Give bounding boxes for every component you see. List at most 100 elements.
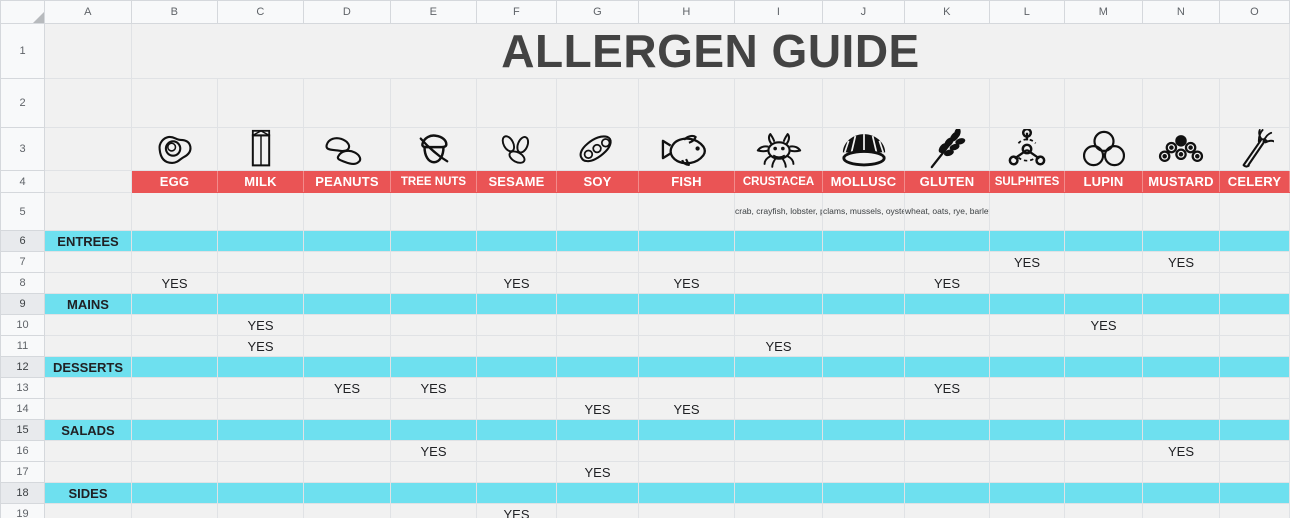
- cell-G16[interactable]: [556, 440, 639, 462]
- cell-E13[interactable]: YES: [390, 377, 477, 399]
- row-header-9[interactable]: 9: [0, 293, 45, 315]
- cell-L16[interactable]: [989, 440, 1065, 462]
- cell-A19[interactable]: [44, 503, 132, 518]
- row-header-6[interactable]: 6: [0, 230, 45, 252]
- row-header-19[interactable]: 19: [0, 503, 45, 518]
- cell-A17[interactable]: [44, 461, 132, 483]
- row-header-18[interactable]: 18: [0, 482, 45, 504]
- row-header-2[interactable]: 2: [0, 78, 45, 128]
- cell-A7[interactable]: [44, 251, 132, 273]
- cell-C14[interactable]: [217, 398, 304, 420]
- cell-K11[interactable]: [904, 335, 990, 357]
- cell-K16[interactable]: [904, 440, 990, 462]
- cell-E10[interactable]: [390, 314, 477, 336]
- row-header-8[interactable]: 8: [0, 272, 45, 294]
- cell-F19[interactable]: YES: [476, 503, 557, 518]
- column-header-K[interactable]: K: [904, 0, 990, 24]
- cell-F2[interactable]: [476, 78, 557, 128]
- cell-C17[interactable]: [217, 461, 304, 483]
- cell-J16[interactable]: [822, 440, 905, 462]
- cell-N7[interactable]: YES: [1142, 251, 1220, 273]
- cell-M19[interactable]: [1064, 503, 1143, 518]
- row-header-10[interactable]: 10: [0, 314, 45, 336]
- cell-B16[interactable]: [131, 440, 218, 462]
- cell-K17[interactable]: [904, 461, 990, 483]
- cell-N14[interactable]: [1142, 398, 1220, 420]
- cell-J8[interactable]: [822, 272, 905, 294]
- row-header-3[interactable]: 3: [0, 127, 45, 171]
- cell-C8[interactable]: [217, 272, 304, 294]
- cell-M10[interactable]: YES: [1064, 314, 1143, 336]
- cell-N2[interactable]: [1142, 78, 1220, 128]
- cell-M8[interactable]: [1064, 272, 1143, 294]
- cell-I17[interactable]: [734, 461, 823, 483]
- cell-H11[interactable]: [638, 335, 735, 357]
- row-header-11[interactable]: 11: [0, 335, 45, 357]
- cell-H7[interactable]: [638, 251, 735, 273]
- cell-K7[interactable]: [904, 251, 990, 273]
- cell-O16[interactable]: [1219, 440, 1290, 462]
- cell-I10[interactable]: [734, 314, 823, 336]
- cell-I19[interactable]: [734, 503, 823, 518]
- cell-J19[interactable]: [822, 503, 905, 518]
- cell-B7[interactable]: [131, 251, 218, 273]
- cell-B13[interactable]: [131, 377, 218, 399]
- cell-C13[interactable]: [217, 377, 304, 399]
- cell-J14[interactable]: [822, 398, 905, 420]
- cell-N16[interactable]: YES: [1142, 440, 1220, 462]
- cell-F17[interactable]: [476, 461, 557, 483]
- cell-J7[interactable]: [822, 251, 905, 273]
- cell-C19[interactable]: [217, 503, 304, 518]
- cell-F10[interactable]: [476, 314, 557, 336]
- column-header-G[interactable]: G: [556, 0, 639, 24]
- cell-N13[interactable]: [1142, 377, 1220, 399]
- select-all-corner[interactable]: [0, 0, 45, 24]
- column-header-J[interactable]: J: [822, 0, 905, 24]
- cell-G11[interactable]: [556, 335, 639, 357]
- cell-A3[interactable]: [44, 127, 132, 171]
- column-header-B[interactable]: B: [131, 0, 218, 24]
- row-header-1[interactable]: 1: [0, 23, 45, 79]
- cell-H2[interactable]: [638, 78, 735, 128]
- cell-O14[interactable]: [1219, 398, 1290, 420]
- cell-A13[interactable]: [44, 377, 132, 399]
- cell-I13[interactable]: [734, 377, 823, 399]
- cell-D7[interactable]: [303, 251, 391, 273]
- cell-B17[interactable]: [131, 461, 218, 483]
- row-header-13[interactable]: 13: [0, 377, 45, 399]
- cell-F13[interactable]: [476, 377, 557, 399]
- row-header-17[interactable]: 17: [0, 461, 45, 483]
- cell-J13[interactable]: [822, 377, 905, 399]
- cell-L13[interactable]: [989, 377, 1065, 399]
- row-header-12[interactable]: 12: [0, 356, 45, 378]
- cell-K19[interactable]: [904, 503, 990, 518]
- cell-C10[interactable]: YES: [217, 314, 304, 336]
- cell-D19[interactable]: [303, 503, 391, 518]
- cell-M17[interactable]: [1064, 461, 1143, 483]
- cell-E8[interactable]: [390, 272, 477, 294]
- cell-C11[interactable]: YES: [217, 335, 304, 357]
- cell-L17[interactable]: [989, 461, 1065, 483]
- cell-O13[interactable]: [1219, 377, 1290, 399]
- cell-F7[interactable]: [476, 251, 557, 273]
- cell-I14[interactable]: [734, 398, 823, 420]
- cell-O10[interactable]: [1219, 314, 1290, 336]
- cell-E2[interactable]: [390, 78, 477, 128]
- cell-O8[interactable]: [1219, 272, 1290, 294]
- cell-B2[interactable]: [131, 78, 218, 128]
- cell-I11[interactable]: YES: [734, 335, 823, 357]
- cell-H13[interactable]: [638, 377, 735, 399]
- cell-A4[interactable]: [44, 170, 132, 193]
- cell-E7[interactable]: [390, 251, 477, 273]
- cell-N8[interactable]: [1142, 272, 1220, 294]
- cell-M14[interactable]: [1064, 398, 1143, 420]
- cell-A5[interactable]: [44, 192, 132, 231]
- cell-L7[interactable]: YES: [989, 251, 1065, 273]
- cell-D10[interactable]: [303, 314, 391, 336]
- cell-B10[interactable]: [131, 314, 218, 336]
- cell-F14[interactable]: [476, 398, 557, 420]
- cell-B11[interactable]: [131, 335, 218, 357]
- cell-N10[interactable]: [1142, 314, 1220, 336]
- cell-N17[interactable]: [1142, 461, 1220, 483]
- cell-A8[interactable]: [44, 272, 132, 294]
